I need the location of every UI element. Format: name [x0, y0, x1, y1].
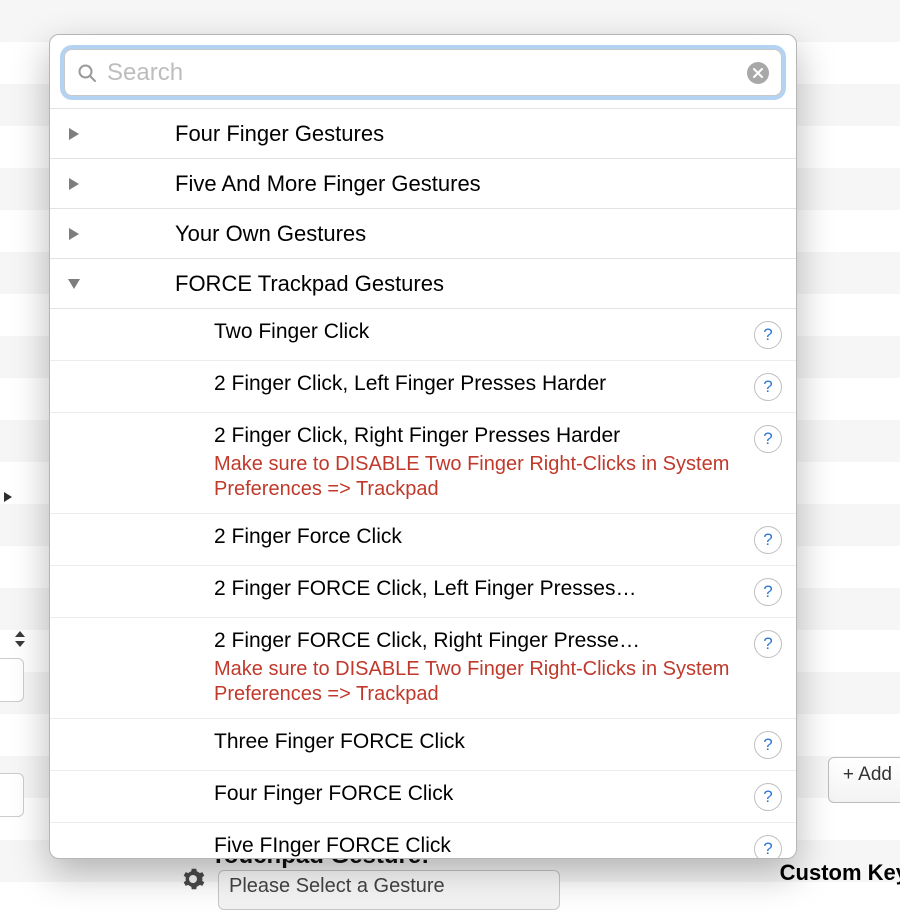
section-your-own[interactable]: Your Own Gestures [50, 208, 796, 258]
section-label: Your Own Gestures [98, 221, 796, 247]
gesture-title: Three Finger FORCE Click [214, 730, 744, 754]
help-icon[interactable]: ? [754, 526, 782, 554]
section-force-trackpad[interactable]: FORCE Trackpad Gestures [50, 258, 796, 308]
gesture-picker-popover: Four Finger Gestures Five And More Finge… [49, 34, 797, 859]
help-icon[interactable]: ? [754, 783, 782, 811]
search-icon [77, 63, 97, 83]
force-gesture-list: Two Finger Click ? 2 Finger Click, Left … [50, 308, 796, 859]
gesture-title: 2 Finger FORCE Click, Right Finger Press… [214, 629, 744, 653]
section-label: Five And More Finger Gestures [98, 171, 796, 197]
gesture-item[interactable]: 2 Finger Click, Left Finger Presses Hard… [50, 360, 796, 412]
add-button[interactable]: + Add [828, 757, 900, 803]
gesture-title: 2 Finger Click, Right Finger Presses Har… [214, 424, 744, 448]
gesture-item[interactable]: Three Finger FORCE Click ? [50, 718, 796, 770]
section-four-finger[interactable]: Four Finger Gestures [50, 108, 796, 158]
help-icon[interactable]: ? [754, 578, 782, 606]
search-input[interactable] [105, 58, 747, 88]
disclosure-triangle-icon[interactable] [50, 228, 98, 240]
clear-search-icon[interactable] [747, 62, 769, 84]
gesture-item[interactable]: 2 Finger FORCE Click, Right Finger Press… [50, 617, 796, 718]
help-icon[interactable]: ? [754, 425, 782, 453]
gesture-title: Four Finger FORCE Click [214, 782, 744, 806]
section-label: Four Finger Gestures [98, 121, 796, 147]
search-field[interactable] [64, 49, 782, 96]
partial-control-box [0, 773, 24, 817]
section-label: FORCE Trackpad Gestures [98, 271, 796, 297]
gesture-title: Two Finger Click [214, 320, 744, 344]
gesture-select[interactable]: Please Select a Gesture [218, 870, 560, 910]
gesture-item[interactable]: Two Finger Click ? [50, 308, 796, 360]
gear-icon[interactable] [181, 867, 205, 898]
gesture-item[interactable]: 2 Finger Click, Right Finger Presses Har… [50, 412, 796, 513]
gesture-title: Five FInger FORCE Click [214, 834, 744, 858]
help-icon[interactable]: ? [754, 731, 782, 759]
section-five-and-more[interactable]: Five And More Finger Gestures [50, 158, 796, 208]
disclosure-triangle-icon[interactable] [50, 128, 98, 140]
left-panel-fragment [0, 0, 30, 896]
help-icon[interactable]: ? [754, 321, 782, 349]
disclosure-triangle-icon[interactable] [50, 178, 98, 190]
gesture-title: 2 Finger Force Click [214, 525, 744, 549]
gesture-item[interactable]: Five FInger FORCE Click ? [50, 822, 796, 859]
help-icon[interactable]: ? [754, 373, 782, 401]
gesture-title: 2 Finger FORCE Click, Left Finger Presse… [214, 577, 744, 601]
gesture-title: 2 Finger Click, Left Finger Presses Hard… [214, 372, 744, 396]
gesture-item[interactable]: 2 Finger FORCE Click, Left Finger Presse… [50, 565, 796, 617]
gesture-item[interactable]: 2 Finger Force Click ? [50, 513, 796, 565]
help-icon[interactable]: ? [754, 835, 782, 859]
disclosure-triangle-icon[interactable] [50, 279, 98, 289]
gesture-item[interactable]: Four Finger FORCE Click ? [50, 770, 796, 822]
partial-control-box [0, 658, 24, 702]
custom-keyboard-label: Custom Key [780, 860, 900, 886]
dropdown-arrow-icon[interactable] [4, 492, 12, 502]
gesture-note: Make sure to DISABLE Two Finger Right-Cl… [214, 452, 744, 502]
help-icon[interactable]: ? [754, 630, 782, 658]
gesture-note: Make sure to DISABLE Two Finger Right-Cl… [214, 657, 744, 707]
sort-stepper-icon[interactable] [14, 630, 26, 653]
